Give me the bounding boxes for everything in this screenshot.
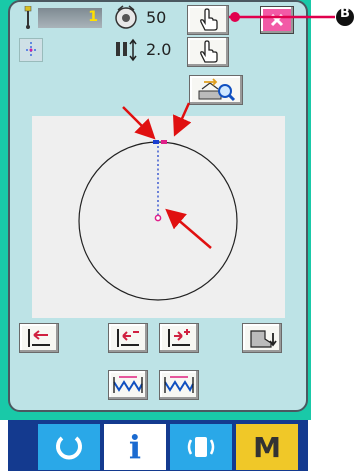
step-forward-icon <box>168 329 190 347</box>
zigzag-increase-button[interactable] <box>159 370 199 400</box>
communication-nav-button[interactable] <box>170 424 232 470</box>
presser-foot-icon <box>250 330 277 348</box>
info-icon: i <box>128 428 142 466</box>
zigzag-decrease-button[interactable] <box>108 370 148 400</box>
mode-label: M <box>253 430 281 464</box>
step-back-icon <box>117 329 139 347</box>
step-back-button[interactable] <box>108 323 148 353</box>
reset-icon <box>56 436 82 460</box>
move-to-start-button[interactable] <box>19 323 59 353</box>
reset-nav-button[interactable] <box>38 424 100 470</box>
zigzag-stitch-icon <box>164 376 194 393</box>
move-to-start-icon <box>28 329 50 347</box>
mode-nav-button[interactable]: M <box>236 424 298 470</box>
info-nav-button[interactable]: i <box>104 424 166 470</box>
zigzag-stitch-icon <box>113 376 143 393</box>
indicator-arrows <box>122 102 212 249</box>
step-forward-button[interactable] <box>159 323 199 353</box>
communication-icon <box>187 437 215 457</box>
presser-foot-button[interactable] <box>242 323 282 353</box>
